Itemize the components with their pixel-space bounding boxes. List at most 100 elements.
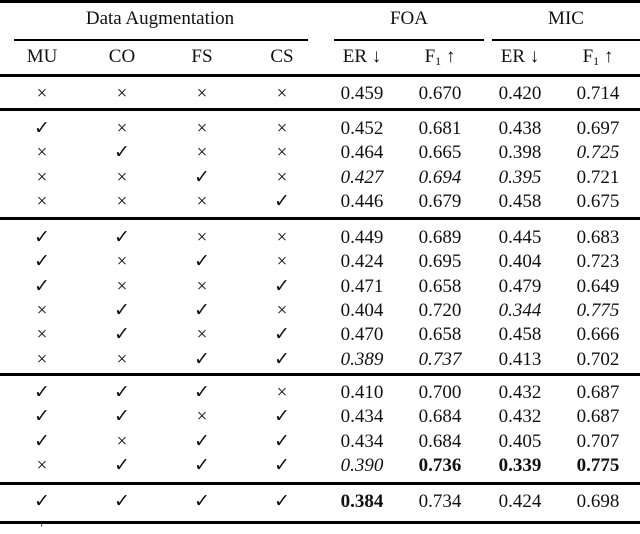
cross-icon: × (196, 83, 208, 104)
cross-icon: × (196, 118, 208, 139)
cross-icon: × (276, 166, 288, 188)
cell-foa-er: 0.427 (340, 166, 384, 188)
col-header-foa-er: ER ↓ (320, 46, 404, 68)
check-icon: ✓ (34, 227, 50, 248)
cross-icon: × (116, 430, 128, 452)
cross-icon: × (116, 275, 128, 297)
cross-icon: × (196, 406, 208, 428)
cell-mic-er: 0.438 (498, 118, 542, 139)
arrow-down-icon: ↓ (529, 46, 540, 67)
cell-foa-er: 0.390 (340, 454, 384, 476)
cross-icon: × (36, 454, 48, 476)
cell-foa-f1: 0.695 (418, 251, 462, 273)
cell-foa-f1: 0.684 (418, 430, 462, 452)
cross-icon: × (116, 83, 128, 104)
top-rule (0, 0, 640, 3)
cell-mic-f1: 0.683 (576, 227, 620, 248)
check-icon: ✓ (194, 430, 210, 452)
col-header-mic-f1: F1 ↑ (556, 46, 640, 68)
cell-foa-er: 0.434 (340, 430, 384, 452)
check-icon: ✓ (194, 491, 210, 512)
cross-icon: × (36, 166, 48, 188)
check-icon: ✓ (194, 299, 210, 321)
cell-mic-er: 0.344 (498, 299, 542, 321)
cell-foa-er: 0.459 (340, 83, 384, 104)
group-separator-rule (0, 108, 640, 111)
cross-icon: × (36, 83, 48, 104)
cross-icon: × (36, 324, 48, 346)
check-icon: ✓ (114, 491, 130, 512)
cmidrule-mic (492, 39, 640, 41)
arrow-up-icon: ↑ (445, 46, 456, 67)
check-icon: ✓ (194, 454, 210, 476)
check-icon: ✓ (114, 299, 130, 321)
cell-mic-er: 0.398 (498, 142, 542, 164)
metric-er-label: ER (342, 46, 368, 67)
col-header-cs: CS (270, 46, 294, 67)
check-icon: ✓ (34, 406, 50, 428)
cell-mic-f1: 0.697 (576, 118, 620, 139)
cell-foa-f1: 0.736 (418, 454, 462, 476)
check-icon: ✓ (274, 491, 290, 512)
cell-mic-f1: 0.725 (576, 142, 620, 164)
metric-f-label: F (582, 46, 594, 67)
cross-icon: × (116, 251, 128, 273)
cell-foa-f1: 0.689 (418, 227, 462, 248)
cell-foa-f1: 0.665 (418, 142, 462, 164)
metric-er-label: ER (500, 46, 526, 67)
cell-mic-f1: 0.687 (576, 382, 620, 403)
cross-icon: × (276, 83, 288, 104)
cell-foa-er: 0.452 (340, 118, 384, 139)
cell-mic-er: 0.445 (498, 227, 542, 248)
group-separator-rule (0, 74, 640, 77)
arrow-up-icon: ↑ (603, 46, 614, 67)
group-separator-rule (0, 482, 640, 485)
cell-foa-er: 0.464 (340, 142, 384, 164)
cell-foa-er: 0.449 (340, 227, 384, 248)
cell-foa-f1: 0.737 (418, 348, 462, 370)
check-icon: ✓ (274, 348, 290, 370)
cross-icon: × (276, 299, 288, 321)
check-icon: ✓ (114, 454, 130, 476)
check-icon: ✓ (194, 166, 210, 188)
check-icon: ✓ (34, 251, 50, 273)
cell-mic-f1: 0.698 (576, 491, 620, 512)
cell-foa-er: 0.471 (340, 275, 384, 297)
cell-mic-er: 0.413 (498, 348, 542, 370)
metric-f-subscript: 1 (435, 54, 442, 68)
cell-foa-f1: 0.681 (418, 118, 462, 139)
cross-icon: × (36, 142, 48, 164)
check-icon: ✓ (114, 406, 130, 428)
header-data-augmentation: Data Augmentation (85, 8, 235, 29)
check-icon: ✓ (34, 275, 50, 297)
cross-icon: × (196, 275, 208, 297)
cell-mic-er: 0.432 (498, 406, 542, 428)
check-icon: ✓ (34, 382, 50, 403)
cell-mic-f1: 0.714 (576, 83, 620, 104)
cross-icon: × (196, 227, 208, 248)
cell-mic-er: 0.405 (498, 430, 542, 452)
cross-icon: × (196, 324, 208, 346)
col-header-foa-f1: F1 ↑ (398, 46, 482, 68)
cmidrule-augmentation (14, 39, 308, 41)
cell-mic-er: 0.458 (498, 324, 542, 346)
cell-foa-f1: 0.684 (418, 406, 462, 428)
cell-foa-er: 0.389 (340, 348, 384, 370)
cell-mic-er: 0.420 (498, 83, 542, 104)
col-header-mic-er: ER ↓ (478, 46, 562, 68)
cell-mic-f1: 0.775 (576, 299, 620, 321)
header-mic: MIC (548, 8, 584, 29)
cell-foa-er: 0.446 (340, 190, 384, 212)
cross-icon: × (36, 190, 48, 212)
col-header-co: CO (108, 46, 136, 67)
cross-icon: × (116, 190, 128, 212)
check-icon: ✓ (114, 324, 130, 346)
check-icon: ✓ (114, 142, 130, 164)
cross-icon: × (276, 382, 288, 403)
check-icon: ✓ (274, 406, 290, 428)
check-icon: ✓ (114, 382, 130, 403)
cell-foa-f1: 0.670 (418, 83, 462, 104)
cell-mic-f1: 0.649 (576, 275, 620, 297)
cell-foa-f1: 0.694 (418, 166, 462, 188)
metric-f-label: F (424, 46, 436, 67)
